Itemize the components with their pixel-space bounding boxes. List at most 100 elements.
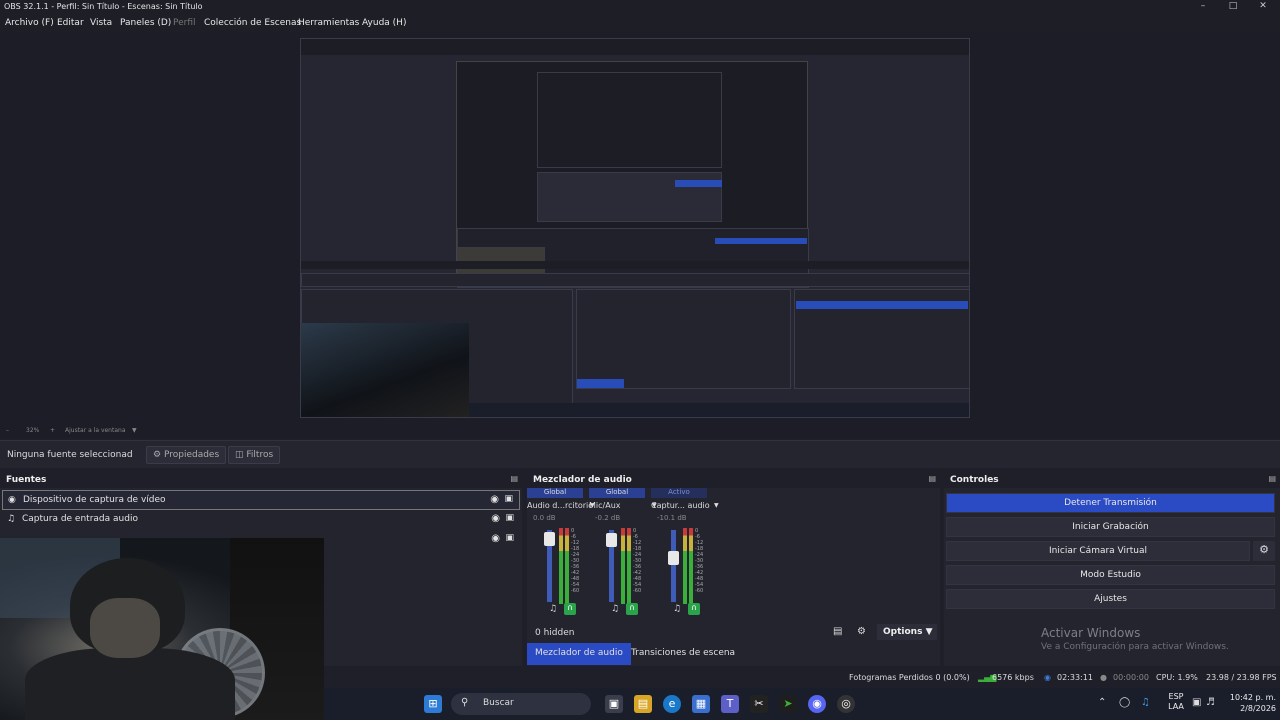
volume-fader-track[interactable] bbox=[671, 530, 676, 602]
headphones-icon[interactable]: ∩ bbox=[626, 603, 638, 615]
layout-icon[interactable]: ▤ bbox=[833, 626, 842, 637]
lock-icon[interactable]: ▣ bbox=[504, 494, 513, 504]
level-meter bbox=[621, 528, 625, 604]
capcut-icon[interactable]: ✂ bbox=[750, 695, 768, 713]
headphones-icon[interactable]: ∩ bbox=[564, 603, 576, 615]
search-label: Buscar bbox=[483, 698, 514, 708]
activate-windows-watermark: Activar Windows Ve a Configuración para … bbox=[1041, 626, 1229, 652]
tab-audio-mixer[interactable]: Mezclador de audio bbox=[527, 643, 631, 665]
virtual-camera-gear-icon[interactable]: ⚙ bbox=[1253, 541, 1275, 561]
mic-icon: ♫ bbox=[7, 514, 16, 524]
menu-herramientas[interactable]: Herramientas bbox=[298, 18, 359, 28]
start-recording-button[interactable]: Iniciar Grabación bbox=[946, 517, 1275, 537]
list-item[interactable]: ◉ Dispositivo de captura de vídeo ◉ ▣ bbox=[2, 490, 520, 510]
menu-coleccion-escenas[interactable]: Colección de Escenas bbox=[204, 18, 301, 28]
channel-name[interactable]: Captur... audio bbox=[651, 501, 721, 510]
discord-icon[interactable]: ◉ bbox=[808, 695, 826, 713]
level-meter bbox=[627, 528, 631, 604]
filters-button[interactable]: ◫ Filtros bbox=[228, 446, 281, 464]
options-dropdown[interactable]: Options ▼ bbox=[877, 624, 937, 640]
clock[interactable]: 10:42 p. m. 2/8/2026 bbox=[1224, 692, 1276, 714]
menu-archivo[interactable]: Archivo (F) bbox=[5, 18, 54, 28]
volume-fader-knob[interactable] bbox=[544, 532, 555, 547]
channel-name[interactable]: Audio d...rcitorio bbox=[527, 501, 597, 510]
volume-icon[interactable]: ♬ bbox=[1206, 697, 1215, 708]
zoom-fit-select[interactable]: Ajustar a la ventana bbox=[65, 427, 126, 434]
list-item[interactable]: ♫ Captura de entrada audio ◉ ▣ bbox=[2, 510, 520, 530]
windows-taskbar: ⊞ ⚲ Buscar ▣ ▤ e ▦ T ✂ ➤ ◉ ◎ ⌃ ◯ ♫ ESP LA… bbox=[324, 688, 1280, 720]
speaker-icon[interactable]: ♫ bbox=[549, 604, 557, 614]
zoom-out-button[interactable]: – bbox=[6, 427, 9, 434]
clock-date: 2/8/2026 bbox=[1240, 704, 1276, 713]
obs-icon[interactable]: ◎ bbox=[837, 695, 855, 713]
channel-name[interactable]: Mic/Aux bbox=[589, 501, 659, 510]
level-meter bbox=[689, 528, 693, 604]
level-meter bbox=[559, 528, 563, 604]
minimize-button[interactable]: – bbox=[1188, 1, 1218, 11]
tray-icon[interactable]: ◯ bbox=[1119, 697, 1130, 708]
task-view-icon[interactable]: ▣ bbox=[605, 695, 623, 713]
volume-fader-knob[interactable] bbox=[668, 551, 679, 565]
menu-perfil[interactable]: Perfil bbox=[173, 18, 196, 28]
volume-fader-knob[interactable] bbox=[606, 533, 617, 547]
lock-icon[interactable]: ▣ bbox=[505, 533, 514, 543]
bottom-tabs: Mezclador de audio Transiciones de escen… bbox=[527, 643, 940, 665]
channel-group-label: Activo bbox=[651, 488, 707, 498]
speaker-icon[interactable]: ♫ bbox=[611, 604, 619, 614]
stop-streaming-button[interactable]: Detener Transmisión bbox=[946, 493, 1275, 513]
visibility-eye-icon[interactable]: ◉ bbox=[491, 513, 500, 524]
terminal-icon[interactable]: ➤ bbox=[779, 695, 797, 713]
meter-scale: 0 -6 -12 -18 -24 -30 -36 -42 -48 -54 -60 bbox=[571, 528, 579, 594]
properties-button[interactable]: ⚙ Propiedades bbox=[146, 446, 227, 464]
edge-icon[interactable]: e bbox=[663, 695, 681, 713]
close-button[interactable]: ✕ bbox=[1248, 1, 1278, 11]
menu-editar[interactable]: Editar bbox=[57, 18, 84, 28]
undock-icon[interactable]: ▤ bbox=[1268, 474, 1276, 483]
store-icon[interactable]: ▦ bbox=[692, 695, 710, 713]
taskbar-search[interactable]: ⚲ Buscar bbox=[451, 693, 591, 715]
maximize-button[interactable]: □ bbox=[1218, 1, 1248, 11]
chevron-up-icon[interactable]: ⌃ bbox=[1098, 697, 1106, 708]
lock-icon[interactable]: ▣ bbox=[505, 513, 514, 523]
channel-volume-db: 0.0 dB bbox=[533, 514, 556, 522]
meter-scale: 0 -6 -12 -18 -24 -30 -36 -42 -48 -54 -60 bbox=[695, 528, 703, 594]
windows-start-icon[interactable]: ⊞ bbox=[424, 695, 442, 713]
tab-scene-transitions[interactable]: Transiciones de escena bbox=[623, 643, 743, 665]
headphones-icon[interactable]: ∩ bbox=[688, 603, 700, 615]
stream-time: 02:33:11 bbox=[1057, 673, 1093, 682]
cpu-usage: CPU: 1.9% bbox=[1156, 673, 1198, 682]
webcam-overlay bbox=[0, 538, 324, 720]
undock-icon[interactable]: ▤ bbox=[510, 474, 518, 483]
source-name: Captura de entrada audio bbox=[22, 514, 138, 524]
visibility-eye-icon[interactable]: ◉ bbox=[490, 494, 499, 505]
chevron-down-icon[interactable]: ▼ bbox=[132, 427, 137, 434]
preview-zoom-bar: – 32% + Ajustar a la ventana ▼ bbox=[0, 424, 1280, 438]
language-indicator[interactable]: ESP LAA bbox=[1166, 692, 1186, 712]
sources-dock-header: Fuentes ▤ bbox=[0, 472, 522, 488]
title-bar: OBS 32.1.1 - Perfil: Sin Título - Escena… bbox=[0, 0, 1280, 14]
lang-region: LAA bbox=[1168, 702, 1184, 711]
advanced-audio-gear-icon[interactable]: ⚙ bbox=[857, 626, 866, 637]
mixer-dock-header: Mezclador de audio ▤ bbox=[527, 472, 940, 488]
undock-icon[interactable]: ▤ bbox=[928, 474, 936, 483]
chevron-down-icon: ▼ bbox=[925, 627, 933, 637]
filter-icon: ◫ bbox=[235, 450, 244, 460]
mic-tray-icon[interactable]: ♫ bbox=[1141, 697, 1150, 708]
visibility-eye-icon[interactable]: ◉ bbox=[491, 533, 500, 544]
start-virtual-camera-button[interactable]: Iniciar Cámara Virtual bbox=[946, 541, 1250, 561]
zoom-in-button[interactable]: + bbox=[50, 427, 55, 434]
network-icon[interactable]: ▣ bbox=[1192, 697, 1201, 708]
studio-mode-button[interactable]: Modo Estudio bbox=[946, 565, 1275, 585]
window-title: OBS 32.1.1 - Perfil: Sin Título - Escena… bbox=[4, 2, 203, 11]
menu-vista[interactable]: Vista bbox=[90, 18, 112, 28]
file-explorer-icon[interactable]: ▤ bbox=[634, 695, 652, 713]
menu-paneles[interactable]: Paneles (D) bbox=[120, 18, 171, 28]
status-bar: Fotogramas Perdidos 0 (0.0%) ▂▄▆ 6576 kb… bbox=[324, 668, 1280, 688]
menu-ayuda[interactable]: Ayuda (H) bbox=[362, 18, 406, 28]
settings-button[interactable]: Ajustes bbox=[946, 589, 1275, 609]
speaker-icon[interactable]: ♫ bbox=[673, 604, 681, 614]
preview-recursive-capture bbox=[300, 38, 970, 418]
teams-icon[interactable]: T bbox=[721, 695, 739, 713]
chevron-down-icon[interactable]: ▼ bbox=[714, 502, 719, 509]
no-source-label: Ninguna fuente seleccionad bbox=[7, 450, 133, 460]
